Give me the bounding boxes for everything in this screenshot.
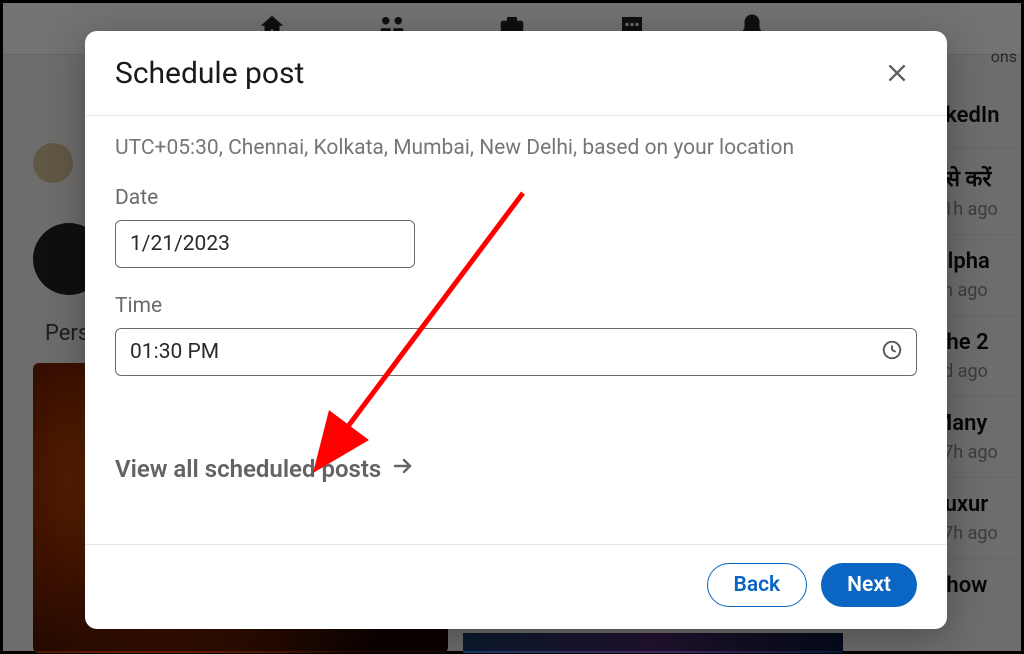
modal-body: UTC+05:30, Chennai, Kolkata, Mumbai, New… <box>85 116 947 544</box>
modal-footer: Back Next <box>85 544 947 629</box>
time-input[interactable] <box>115 328 917 376</box>
clock-icon <box>881 339 903 365</box>
view-all-scheduled-label: View all scheduled posts <box>115 455 381 483</box>
next-button[interactable]: Next <box>821 563 917 607</box>
modal-title: Schedule post <box>115 56 304 91</box>
time-label: Time <box>115 294 917 318</box>
schedule-post-modal: Schedule post UTC+05:30, Chennai, Kolkat… <box>85 31 947 629</box>
close-button[interactable] <box>877 53 917 93</box>
arrow-right-icon <box>391 454 415 484</box>
close-icon <box>884 60 910 86</box>
view-all-scheduled-link[interactable]: View all scheduled posts <box>115 454 415 484</box>
modal-header: Schedule post <box>85 31 947 116</box>
back-button[interactable]: Back <box>707 563 808 607</box>
timezone-text: UTC+05:30, Chennai, Kolkata, Mumbai, New… <box>115 136 917 160</box>
date-input[interactable] <box>115 220 415 268</box>
date-label: Date <box>115 186 917 210</box>
